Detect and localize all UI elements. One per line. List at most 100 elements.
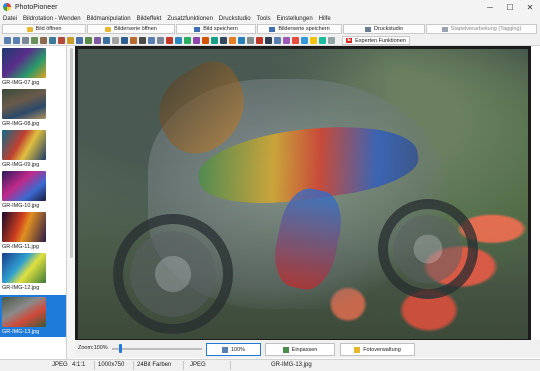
thumbnail-image[interactable] xyxy=(2,89,46,119)
thumbnail-image[interactable] xyxy=(2,171,46,201)
thumbnail-label[interactable]: GR-IMG-09.jpg xyxy=(2,162,39,168)
flip-icon[interactable] xyxy=(31,37,38,44)
noise-icon[interactable] xyxy=(247,37,254,44)
zoom-label: Zoom:100% xyxy=(78,345,108,351)
blur-icon[interactable] xyxy=(112,37,119,44)
brightness-icon[interactable] xyxy=(67,37,74,44)
status-separator xyxy=(133,361,134,370)
refresh-icon[interactable] xyxy=(22,37,29,44)
frame-icon[interactable] xyxy=(121,37,128,44)
menu-zusatzfunktionen[interactable]: Zusatzfunktionen xyxy=(167,16,213,22)
fit-button[interactable]: Einpassen xyxy=(265,343,335,356)
status-format: JPEG xyxy=(52,362,68,368)
sharpen-icon[interactable] xyxy=(103,37,110,44)
resize-icon[interactable] xyxy=(49,37,56,44)
status-filename: GR-IMG-13.jpg xyxy=(271,362,312,368)
share-icon[interactable] xyxy=(319,37,326,44)
menu-einstellungen[interactable]: Einstellungen xyxy=(277,16,313,22)
minimize-button[interactable]: ─ xyxy=(480,0,500,14)
leaf-icon[interactable] xyxy=(184,37,191,44)
thumbnail-label[interactable]: GR-IMG-11.jpg xyxy=(2,244,39,250)
expert-functions-label: Experten Funktionen xyxy=(355,37,406,44)
expert-icon: E xyxy=(346,37,353,43)
thumbnail-image[interactable] xyxy=(2,130,46,160)
menu-datei[interactable]: Datei xyxy=(3,16,17,22)
status-colors: 24Bit Farben xyxy=(137,362,172,368)
scan-icon[interactable] xyxy=(265,37,272,44)
thumbnail-label[interactable]: GR-IMG-08.jpg xyxy=(2,121,39,127)
batch-processing-label: Stapelverarbeitung (Tagging) xyxy=(450,26,522,32)
thumbnail-label[interactable]: GR-IMG-07.jpg xyxy=(2,80,39,86)
zoom-icon xyxy=(221,346,228,353)
open-series-button[interactable]: Bilderserie öffnen xyxy=(87,24,175,34)
main-image[interactable] xyxy=(78,49,528,339)
open-image-button[interactable]: Bild öffnen xyxy=(2,24,86,34)
front-wheel-shape xyxy=(113,214,233,334)
palette-icon[interactable] xyxy=(166,37,173,44)
color-icon[interactable] xyxy=(85,37,92,44)
thumbnail-label[interactable]: GR-IMG-10.jpg xyxy=(2,203,39,209)
rotate-left-icon[interactable] xyxy=(4,37,11,44)
effect-icon[interactable] xyxy=(94,37,101,44)
main-button-row: Bild öffnen Bilderserie öffnen Bild spei… xyxy=(0,24,540,35)
grid-icon[interactable] xyxy=(148,37,155,44)
mirror-icon[interactable] xyxy=(238,37,245,44)
printer-icon xyxy=(364,26,371,32)
contrast-icon[interactable] xyxy=(76,37,83,44)
save-icon xyxy=(194,26,201,32)
title-bar: PhotoPioneer ─ ☐ ✕ xyxy=(0,0,540,14)
water-icon[interactable] xyxy=(175,37,182,44)
redeye-icon[interactable] xyxy=(58,37,65,44)
thumbnail-image[interactable] xyxy=(2,253,46,283)
thumbnail-scrollbar[interactable] xyxy=(70,48,73,258)
zoom-slider-track[interactable] xyxy=(112,348,202,350)
close-button[interactable]: ✕ xyxy=(520,0,540,14)
zoom-100-label: 100% xyxy=(230,346,246,353)
folder-icon xyxy=(26,26,33,32)
star-icon[interactable] xyxy=(310,37,317,44)
compare-icon[interactable] xyxy=(274,37,281,44)
settings-icon[interactable] xyxy=(328,37,335,44)
maximize-button[interactable]: ☐ xyxy=(500,0,520,14)
print-studio-button[interactable]: Druckstudio xyxy=(343,24,425,34)
menu-bar: Datei Bildrotation - Wenden Bildmanipula… xyxy=(0,14,540,24)
menu-tools[interactable]: Tools xyxy=(257,16,271,22)
sky-icon[interactable] xyxy=(211,37,218,44)
menu-bildmanipulation[interactable]: Bildmanipulation xyxy=(87,16,131,22)
status-separator xyxy=(183,361,184,370)
menu-bildeffekt[interactable]: Bildeffekt xyxy=(137,16,162,22)
zoom-100-button[interactable]: 100% xyxy=(206,343,261,356)
fire-icon[interactable] xyxy=(202,37,209,44)
rotate-right-icon[interactable] xyxy=(13,37,20,44)
thumbnail-image[interactable] xyxy=(2,212,46,242)
heart-icon[interactable] xyxy=(256,37,263,44)
monochrome-icon[interactable] xyxy=(220,37,227,44)
menu-hilfe[interactable]: Hilfe xyxy=(319,16,331,22)
text-icon[interactable] xyxy=(139,37,146,44)
save-series-button[interactable]: Bilderserie speichern xyxy=(257,24,342,34)
border-icon[interactable] xyxy=(130,37,137,44)
thumbnail-image-selected[interactable] xyxy=(2,297,46,327)
print-studio-label: Druckstudio xyxy=(373,26,404,32)
thumbnail-label[interactable]: GR-IMG-12.jpg xyxy=(2,285,39,291)
magic-icon[interactable] xyxy=(193,37,200,44)
crop-icon[interactable] xyxy=(40,37,47,44)
expert-functions-button[interactable]: E Experten Funktionen xyxy=(342,36,410,45)
sepia-icon[interactable] xyxy=(229,37,236,44)
info-icon[interactable] xyxy=(301,37,308,44)
collage-icon[interactable] xyxy=(283,37,290,44)
save-series-label: Bilderserie speichern xyxy=(278,26,330,32)
thumbnail-image[interactable] xyxy=(2,48,46,78)
zoom-slider-thumb[interactable] xyxy=(119,344,123,353)
batch-processing-button[interactable]: Stapelverarbeitung (Tagging) xyxy=(426,24,537,34)
menu-druckstudio[interactable]: Druckstudio xyxy=(219,16,251,22)
status-dimensions: 1000x750 xyxy=(98,362,125,368)
layers-icon[interactable] xyxy=(157,37,164,44)
thumbnail-label-selected[interactable]: GR-IMG-13.jpg xyxy=(2,329,39,335)
thumbnail-panel: GR-IMG-07.jpg GR-IMG-08.jpg GR-IMG-09.jp… xyxy=(0,46,67,359)
rear-wheel-shape xyxy=(378,199,478,299)
save-image-button[interactable]: Bild speichern xyxy=(176,24,256,34)
photo-management-button[interactable]: Fotoverwaltung xyxy=(340,343,415,356)
menu-bildrotation[interactable]: Bildrotation - Wenden xyxy=(23,16,81,22)
stamp-icon[interactable] xyxy=(292,37,299,44)
